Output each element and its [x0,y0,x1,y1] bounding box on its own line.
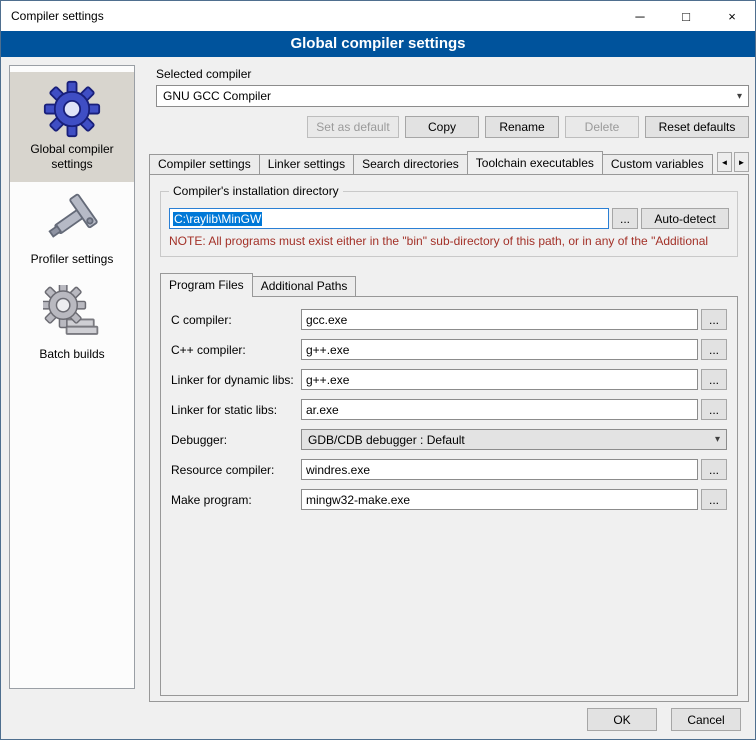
window-title: Compiler settings [1,9,617,23]
set-as-default-button[interactable]: Set as default [307,116,399,138]
tab-toolchain-executables[interactable]: Toolchain executables [467,151,603,174]
dynamic-linker-browse-button[interactable]: ... [701,369,727,390]
profiler-tool-icon [43,190,101,248]
cpp-compiler-label: C++ compiler: [171,343,301,357]
debugger-select[interactable]: GDB/CDB debugger : Default ▾ [301,429,727,450]
tab-linker-settings[interactable]: Linker settings [259,154,354,174]
sidebar-item-label: Global compiler settings [12,142,132,172]
make-program-input[interactable] [301,489,698,510]
page-title: Global compiler settings [1,31,755,57]
compiler-buttons-row: Set as default Copy Rename Delete Reset … [147,116,749,138]
tab-custom-variables[interactable]: Custom variables [602,154,713,174]
field-row: Debugger: GDB/CDB debugger : Default ▾ [171,429,727,450]
tab-program-files[interactable]: Program Files [160,273,253,297]
gear-blue-icon [43,80,101,138]
note-text: NOTE: All programs must exist either in … [169,234,729,248]
make-program-browse-button[interactable]: ... [701,489,727,510]
sidebar-item-batch-builds[interactable]: Batch builds [10,277,134,372]
cpp-compiler-browse-button[interactable]: ... [701,339,727,360]
auto-detect-button[interactable]: Auto-detect [641,208,729,229]
selected-compiler-label: Selected compiler [156,67,749,81]
sidebar-item-profiler-settings[interactable]: Profiler settings [10,182,134,277]
sidebar-item-label: Profiler settings [12,252,132,267]
minimize-button[interactable]: ─ [617,1,663,31]
tab-row: Compiler settings Linker settings Search… [149,150,749,174]
tab-strip: Compiler settings Linker settings Search… [149,150,713,174]
browse-directory-button[interactable]: ... [612,208,638,229]
field-row: C++ compiler: ... [171,339,727,360]
tab-build-options[interactable]: Build options [712,154,713,174]
c-compiler-input[interactable] [301,309,698,330]
installation-directory-row: C:\raylib\MinGW ... Auto-detect [169,208,729,229]
maximize-button[interactable]: □ [663,1,709,31]
make-program-label: Make program: [171,493,301,507]
dynamic-linker-input[interactable] [301,369,698,390]
program-files-panel: C compiler: ... C++ compiler: ... Linker… [160,296,738,696]
copy-button[interactable]: Copy [405,116,479,138]
close-button[interactable]: × [709,1,755,31]
field-row: Resource compiler: ... [171,459,727,480]
window-controls: ─ □ × [617,1,755,31]
tab-compiler-settings[interactable]: Compiler settings [149,154,260,174]
static-linker-browse-button[interactable]: ... [701,399,727,420]
c-compiler-browse-button[interactable]: ... [701,309,727,330]
tab-scroll-controls: ◄ ► [717,152,749,172]
field-row: Make program: ... [171,489,727,510]
installation-directory-value: C:\raylib\MinGW [173,212,262,226]
rename-button[interactable]: Rename [485,116,559,138]
static-linker-label: Linker for static libs: [171,403,301,417]
debugger-label: Debugger: [171,433,301,447]
cancel-button[interactable]: Cancel [671,708,741,731]
resource-compiler-input[interactable] [301,459,698,480]
tab-search-directories[interactable]: Search directories [353,154,468,174]
c-compiler-label: C compiler: [171,313,301,327]
sidebar-item-global-compiler-settings[interactable]: Global compiler settings [10,72,134,182]
field-row: Linker for static libs: ... [171,399,727,420]
ok-button[interactable]: OK [587,708,657,731]
tab-scroll-right-button[interactable]: ► [734,152,749,172]
compiler-select-value: GNU GCC Compiler [163,89,271,103]
tab-additional-paths[interactable]: Additional Paths [252,276,357,296]
field-row: Linker for dynamic libs: ... [171,369,727,390]
field-row: C compiler: ... [171,309,727,330]
static-linker-input[interactable] [301,399,698,420]
cpp-compiler-input[interactable] [301,339,698,360]
main-panel: Selected compiler GNU GCC Compiler ▾ Set… [147,61,749,702]
group-title: Compiler's installation directory [169,184,343,198]
sidebar: Global compiler settings Profiler settin… [9,65,135,689]
dynamic-linker-label: Linker for dynamic libs: [171,373,301,387]
reset-defaults-button[interactable]: Reset defaults [645,116,749,138]
debugger-select-value: GDB/CDB debugger : Default [308,433,465,447]
resource-compiler-browse-button[interactable]: ... [701,459,727,480]
compiler-settings-window: Compiler settings ─ □ × Global compiler … [0,0,756,740]
installation-directory-input[interactable]: C:\raylib\MinGW [169,208,609,229]
subtab-strip: Program Files Additional Paths [160,273,740,296]
delete-button[interactable]: Delete [565,116,639,138]
dialog-footer: OK Cancel [587,708,741,731]
installation-directory-group: Compiler's installation directory C:\ray… [160,191,738,257]
chevron-down-icon: ▾ [715,434,720,445]
titlebar: Compiler settings ─ □ × [1,1,755,31]
tab-scroll-left-button[interactable]: ◄ [717,152,732,172]
compiler-select[interactable]: GNU GCC Compiler ▾ [156,85,749,107]
sidebar-item-label: Batch builds [12,347,132,362]
resource-compiler-label: Resource compiler: [171,463,301,477]
gear-gray-icon [43,285,101,343]
toolchain-executables-panel: Compiler's installation directory C:\ray… [149,174,749,702]
chevron-down-icon: ▾ [737,91,742,102]
